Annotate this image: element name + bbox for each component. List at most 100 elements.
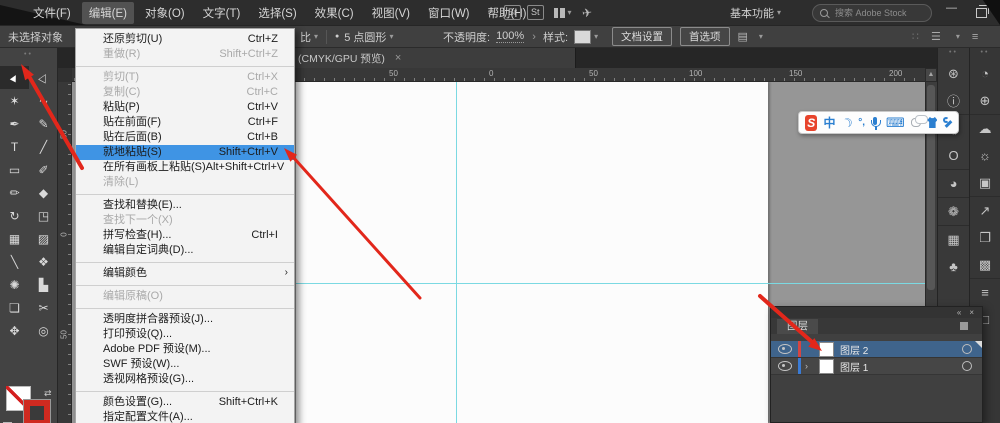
panel-list-icon[interactable]: ≡ — [972, 31, 978, 43]
menu-select[interactable]: 选择(S) — [251, 2, 303, 24]
chevron-down-icon[interactable]: ▾ — [956, 32, 960, 41]
scroll-up-arrow[interactable]: ▲ — [925, 68, 937, 82]
menu-type[interactable]: 文字(T) — [196, 2, 248, 24]
chevron-down-icon[interactable]: ▾ — [759, 32, 763, 41]
ime-fullwidth-moon-icon[interactable]: ☽ — [839, 114, 855, 131]
stroke-profile-dropdown[interactable]: 比 — [300, 29, 311, 45]
pen-tool[interactable]: ✒ — [0, 112, 29, 135]
stroke-panel-icon[interactable]: ⊕ — [970, 87, 1000, 114]
eraser-tool[interactable]: ◆ — [29, 181, 58, 204]
appearance-panel-icon[interactable]: ☼ — [970, 142, 1000, 169]
cc-libraries-panel-icon[interactable]: ☁ — [970, 114, 1000, 142]
menu-item[interactable]: 还原剪切(U) Ctrl+Z › — [76, 32, 294, 47]
shaper-tool[interactable]: ✏ — [0, 181, 29, 204]
swatches-panel-icon[interactable]: ◕ — [938, 169, 969, 197]
menu-item[interactable]: SWF 预设(W)... › — [76, 357, 294, 372]
gradient-panel-icon[interactable]: ◔ — [970, 60, 1000, 87]
menu-item[interactable]: 查找下一个(X) › — [76, 213, 294, 228]
menu-item[interactable]: 在所有画板上粘贴(S) Alt+Shift+Ctrl+V › — [76, 160, 294, 175]
target-circle-icon[interactable] — [962, 361, 972, 371]
menu-item[interactable]: 复制(C) Ctrl+C › — [76, 85, 294, 100]
menu-item[interactable]: 指定配置文件(A)... › — [76, 410, 294, 423]
dock-gripper[interactable]: •• — [970, 48, 1000, 60]
ime-logo[interactable]: S — [805, 114, 818, 131]
menu-view[interactable]: 视图(V) — [365, 2, 417, 24]
tools-panel-gripper[interactable]: •• — [0, 48, 57, 62]
rotate-tool[interactable]: ↻ — [0, 204, 29, 227]
glyphs-panel-icon[interactable]: O — [938, 142, 969, 169]
layer-row-1[interactable]: › 图层 1 — [771, 358, 982, 375]
menu-item[interactable]: 透视网格预设(G)... › — [76, 372, 294, 387]
menu-item[interactable]: 贴在前面(F) Ctrl+F › — [76, 115, 294, 130]
symbol-sprayer-tool[interactable]: ✺ — [0, 273, 29, 296]
selection-tool[interactable]: ► — [0, 66, 29, 89]
restore-window-button[interactable] — [976, 5, 989, 18]
visibility-eye-icon[interactable] — [778, 361, 792, 371]
menu-item[interactable]: 编辑原稿(O) › — [76, 285, 294, 304]
menu-item[interactable]: 编辑颜色 › — [76, 262, 294, 281]
bridge-button[interactable]: Br — [504, 5, 521, 20]
paintbrush-tool[interactable]: ✐ — [29, 158, 58, 181]
menu-item[interactable]: 拼写检查(H)... Ctrl+I › — [76, 228, 294, 243]
preferences-button[interactable]: 首选项 — [680, 27, 730, 46]
asset-export-panel-icon[interactable]: ↗ — [970, 196, 1000, 224]
document-setup-button[interactable]: 文档设置 — [612, 27, 672, 46]
menu-item[interactable]: 重做(R) Shift+Ctrl+Z › — [76, 47, 294, 62]
arrange-documents-icon[interactable] — [553, 7, 565, 18]
blend-tool[interactable]: ❖ — [29, 250, 58, 273]
artboards-panel-icon[interactable]: ❐ — [970, 224, 1000, 251]
line-segment-tool[interactable]: ╱ — [29, 135, 58, 158]
document-info-icon[interactable]: ▤ — [738, 30, 748, 43]
stock-button[interactable]: St — [527, 5, 544, 20]
ime-keyboard-icon[interactable]: ⌨ — [886, 115, 905, 131]
slice-tool[interactable]: ✂ — [29, 296, 58, 319]
layer-thumbnail[interactable] — [819, 341, 834, 357]
menu-window[interactable]: 窗口(W) — [421, 2, 477, 24]
ime-language-mode[interactable]: 中 — [823, 114, 835, 131]
brush-dropdown[interactable]: 5 点圆形 — [344, 29, 386, 45]
direct-selection-tool[interactable]: ▷ — [29, 66, 58, 89]
chevron-down-icon[interactable]: ▾ — [568, 8, 572, 17]
mesh-tool[interactable]: ▦ — [0, 227, 29, 250]
magic-wand-tool[interactable]: ✶ — [0, 89, 29, 112]
menu-item[interactable]: 贴在后面(B) Ctrl+B › — [76, 130, 294, 145]
stock-search[interactable] — [812, 4, 932, 22]
info-panel-icon[interactable]: ⓘ — [938, 87, 969, 114]
menu-item[interactable]: 查找和替换(E)... › — [76, 194, 294, 213]
menu-item[interactable]: 就地粘贴(S) Shift+Ctrl+V › — [76, 145, 294, 160]
workspace-switcher[interactable]: 基本功能 ▾ — [730, 0, 781, 25]
layer-name[interactable]: 图层 2 — [840, 342, 962, 357]
menu-effect[interactable]: 效果(C) — [308, 2, 361, 24]
ime-clipboard-icon[interactable] — [910, 115, 928, 127]
minimize-button[interactable]: — — [946, 2, 957, 14]
scale-tool[interactable]: ◳ — [29, 204, 58, 227]
ime-skin-icon[interactable] — [927, 117, 938, 128]
opacity-expand-icon[interactable]: › — [532, 31, 536, 43]
dock-gripper[interactable]: •• — [938, 48, 969, 60]
menu-item[interactable]: 剪切(T) Ctrl+X › — [76, 66, 294, 85]
ime-microphone-icon[interactable] — [870, 116, 881, 130]
symbols-panel-icon[interactable]: ♣ — [938, 253, 969, 280]
menu-item[interactable]: 透明度拼合器预设(J)... › — [76, 308, 294, 327]
ime-punctuation-icon[interactable]: °, — [858, 117, 865, 128]
menu-item[interactable]: Adobe PDF 预设(M)... › — [76, 342, 294, 357]
brushes-panel-icon[interactable]: ❁ — [938, 197, 969, 225]
rectangle-tool[interactable]: ▭ — [0, 158, 29, 181]
close-panel-icon[interactable]: × — [969, 308, 974, 317]
layer-name[interactable]: 图层 1 — [840, 359, 962, 374]
curvature-tool[interactable]: ✎ — [29, 112, 58, 135]
swap-fill-stroke-icon[interactable]: ⇄ — [44, 388, 52, 399]
collapse-panel-icon[interactable]: « — [957, 308, 961, 317]
ime-settings-wrench-icon[interactable] — [943, 117, 952, 128]
lasso-tool[interactable]: ∿ — [29, 89, 58, 112]
chevron-down-icon[interactable]: ▾ — [389, 32, 393, 41]
graph-tool[interactable]: ▙ — [29, 273, 58, 296]
eyedropper-tool[interactable]: ╲ — [0, 250, 29, 273]
align-icon[interactable]: ☰ — [931, 30, 941, 43]
pattern-panel-icon[interactable]: ▩ — [970, 251, 1000, 278]
expand-caret-icon[interactable]: › — [805, 361, 813, 371]
layer-thumbnail[interactable] — [819, 358, 834, 374]
search-input[interactable] — [833, 7, 917, 19]
chevron-down-icon[interactable]: ▾ — [314, 32, 318, 41]
libraries-panel-icon[interactable]: ▦ — [938, 225, 969, 253]
